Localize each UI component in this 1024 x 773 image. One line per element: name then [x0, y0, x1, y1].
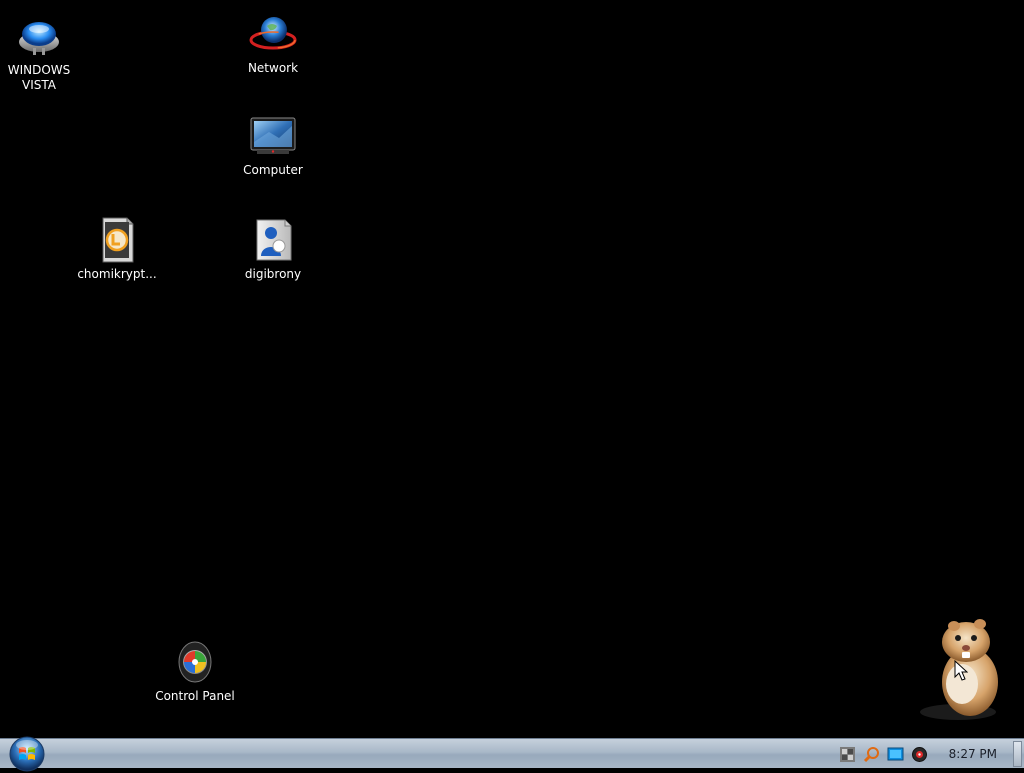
vista-orb-icon — [19, 22, 59, 55]
desktop-icon-label: digibrony — [244, 267, 302, 281]
desktop-icon-control-panel[interactable]: Control Panel — [150, 638, 240, 704]
start-orb-icon[interactable] — [8, 735, 46, 773]
taskbar[interactable]: 8:27 PM — [0, 736, 1024, 772]
desktop-icon-label: Computer — [243, 163, 303, 177]
search-tray-icon[interactable] — [863, 746, 880, 763]
computer-monitor-icon — [250, 117, 296, 154]
desktop-icon-label: Control Panel — [155, 689, 235, 703]
desktop-icon-label: Network — [247, 61, 299, 75]
desktop-icon-label: chomikrypt... — [77, 267, 157, 281]
media-tray-icon[interactable] — [911, 746, 928, 763]
desktop-icon-chomikrypt[interactable]: chomikrypt... — [72, 216, 162, 282]
desktop-icon-network[interactable]: Network — [228, 10, 318, 76]
display-tray-icon[interactable] — [887, 746, 904, 763]
chomikrypt-lock-icon — [102, 217, 134, 263]
show-desktop-button[interactable] — [1013, 741, 1022, 767]
digibrony-app-icon — [256, 219, 292, 261]
desktop-icon-digibrony[interactable]: digibrony — [228, 216, 318, 282]
network-tray-icon[interactable] — [839, 746, 856, 763]
system-tray: 8:27 PM — [839, 739, 1024, 769]
mouse-cursor-icon — [954, 660, 968, 681]
desktop[interactable]: WINDOWS VISTA Network Computer chomikryp… — [0, 0, 1024, 738]
desktop-icon-label: WINDOWS VISTA — [7, 63, 71, 92]
desktop-icon-windows-vista[interactable]: WINDOWS VISTA — [0, 12, 84, 93]
desktop-icon-computer[interactable]: Computer — [228, 112, 318, 178]
taskbar-clock[interactable]: 8:27 PM — [949, 747, 997, 761]
network-globe-icon — [249, 17, 297, 50]
control-panel-icon — [178, 641, 212, 683]
